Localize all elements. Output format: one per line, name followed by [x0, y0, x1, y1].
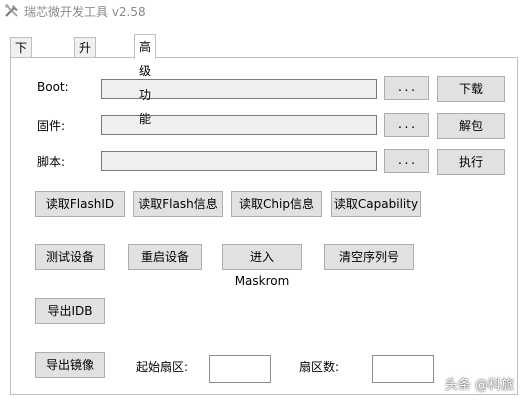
- script-label: 脚本:: [37, 155, 66, 169]
- window-title: 瑞芯微开发工具 v2.58: [24, 5, 146, 19]
- unpack-button[interactable]: 解包: [437, 113, 505, 139]
- tab-advanced-functions[interactable]: 高级功能: [134, 34, 157, 126]
- boot-label: Boot:: [37, 80, 69, 94]
- start-sector-label: 起始扇区:: [136, 360, 189, 374]
- test-device-button[interactable]: 测试设备: [35, 244, 105, 270]
- start-sector-input[interactable]: [209, 355, 271, 383]
- tab-download-image[interactable]: 下载镜像: [10, 37, 33, 115]
- advanced-panel: Boot: ... 下载 固件: ... 解包 脚本: ... 执行 读取Fla…: [10, 57, 518, 395]
- read-flash-id-button[interactable]: 读取FlashID: [35, 191, 125, 217]
- read-chip-info-button[interactable]: 读取Chip信息: [231, 191, 322, 217]
- watermark: 头条 @科旅: [444, 378, 514, 393]
- reboot-device-button[interactable]: 重启设备: [128, 244, 202, 270]
- read-flash-info-button[interactable]: 读取Flash信息: [133, 191, 223, 217]
- export-idb-button[interactable]: 导出IDB: [35, 298, 105, 324]
- enter-maskrom-button[interactable]: 进入Maskrom: [222, 244, 302, 288]
- export-image-button[interactable]: 导出镜像: [35, 352, 105, 378]
- firmware-label: 固件:: [37, 119, 66, 133]
- tools-icon: [5, 4, 18, 17]
- title-bar: 瑞芯微开发工具 v2.58: [0, 0, 524, 24]
- script-path-input[interactable]: [101, 151, 377, 171]
- download-button[interactable]: 下载: [437, 76, 505, 102]
- clear-serial-button[interactable]: 清空序列号: [324, 244, 414, 270]
- script-browse-button[interactable]: ...: [384, 149, 429, 173]
- sector-count-input[interactable]: [372, 355, 434, 383]
- tab-upgrade-firmware[interactable]: 升级固件: [74, 37, 97, 115]
- firmware-browse-button[interactable]: ...: [384, 113, 429, 137]
- sector-count-label: 扇区数:: [299, 360, 340, 374]
- execute-button[interactable]: 执行: [437, 149, 505, 175]
- boot-browse-button[interactable]: ...: [384, 76, 429, 100]
- read-capability-button[interactable]: 读取Capability: [331, 191, 421, 217]
